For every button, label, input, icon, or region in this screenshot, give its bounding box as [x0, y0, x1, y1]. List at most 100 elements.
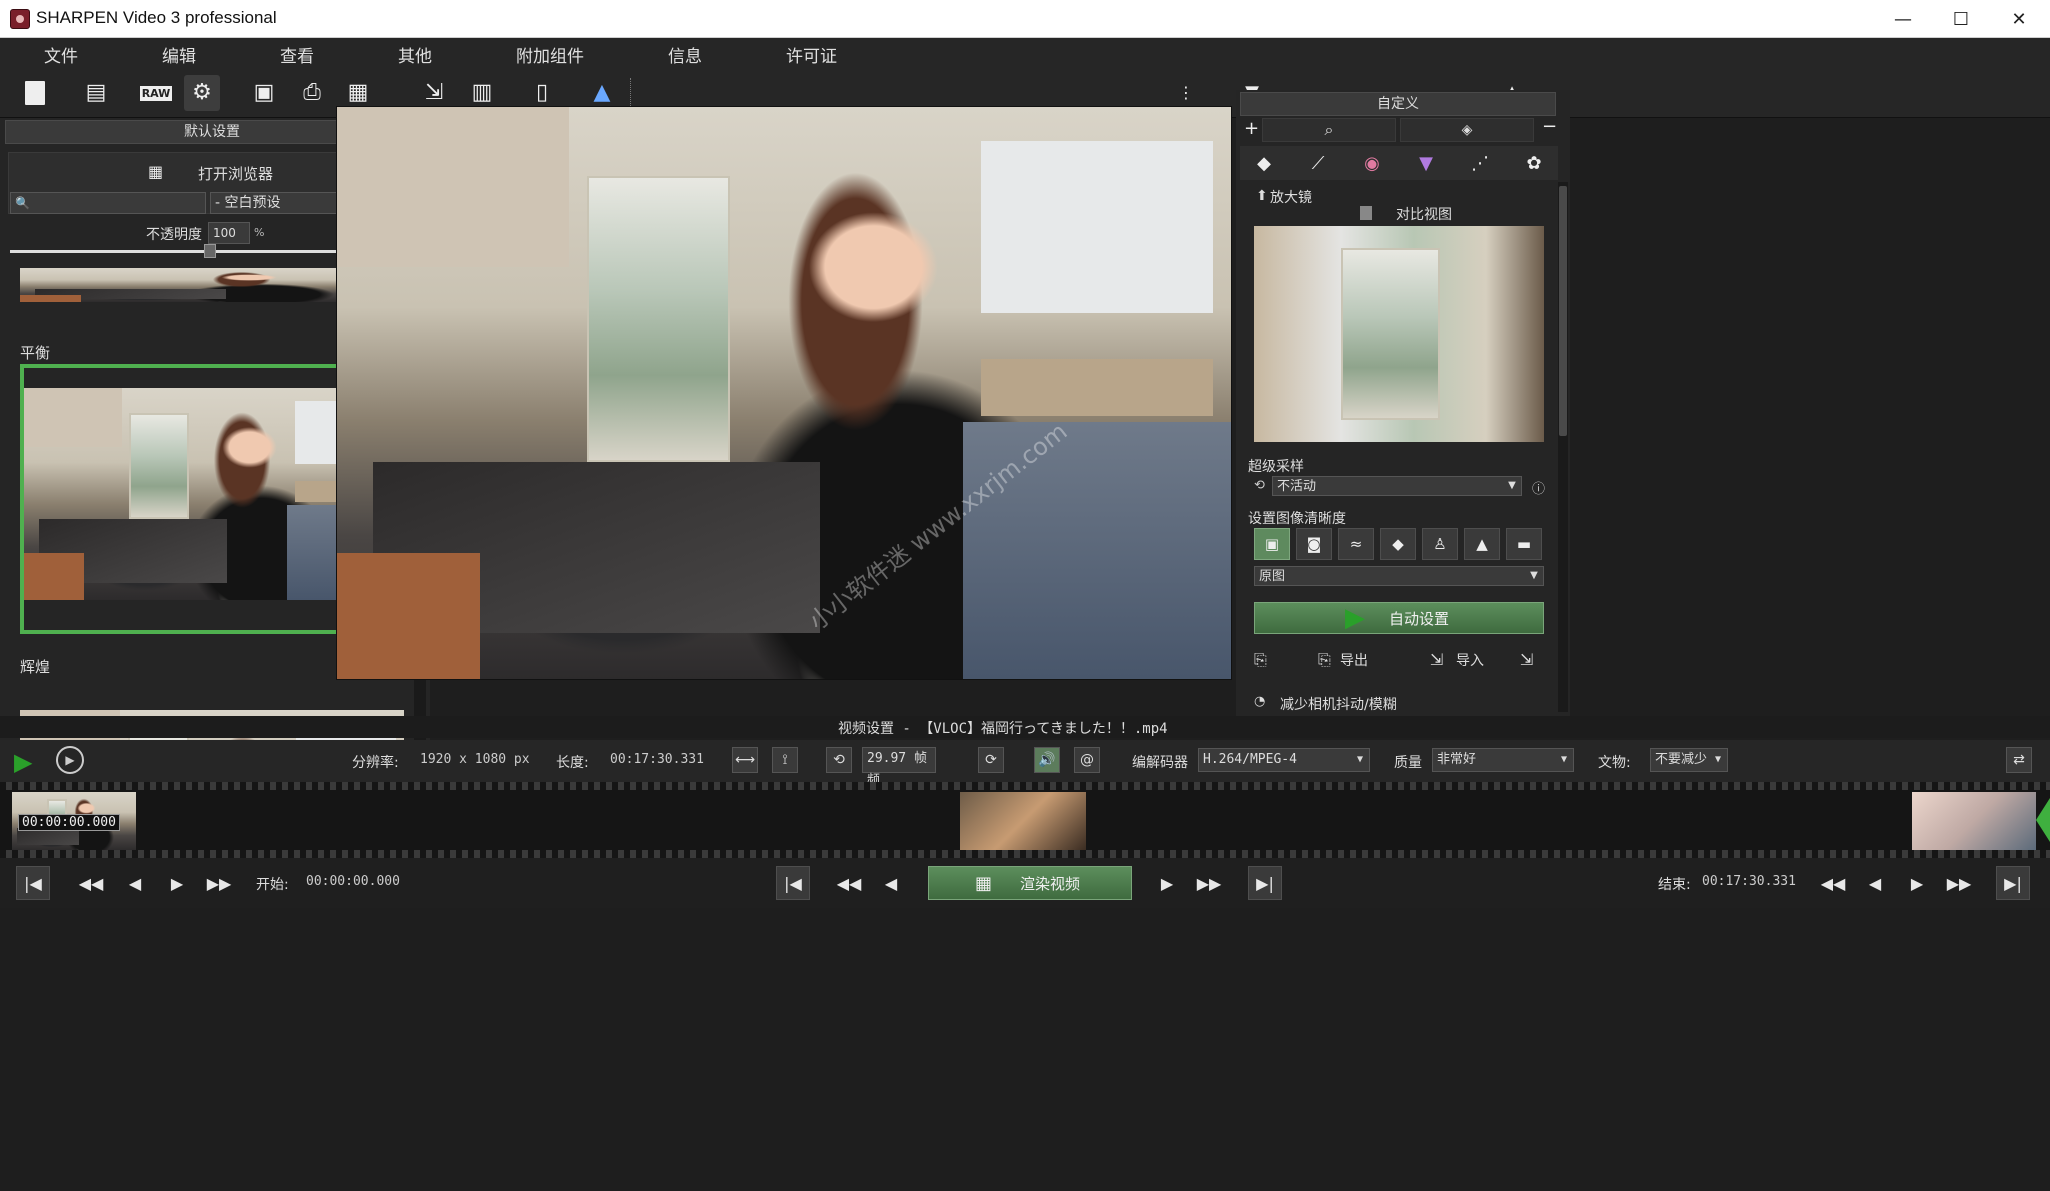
fast-forward-button[interactable]: ▶▶: [202, 866, 236, 900]
save-button[interactable]: ▣: [246, 75, 282, 111]
quality-value: 非常好: [1437, 752, 1477, 767]
end-forward-button[interactable]: ▶: [1900, 866, 1934, 900]
minimize-button[interactable]: —: [1874, 0, 1932, 38]
quality-label: 质量: [1394, 755, 1422, 771]
wave-icon: ≈: [1349, 535, 1363, 553]
fit-width-button[interactable]: ⟷: [732, 747, 758, 773]
timeline[interactable]: 00:00:00.000: [0, 782, 2050, 858]
info-icon: ▯: [535, 80, 549, 105]
mark-out-button[interactable]: ▶|: [1248, 866, 1282, 900]
end-fast-forward-button[interactable]: ▶▶: [1942, 866, 1976, 900]
clarity-mountain-button[interactable]: ▲: [1464, 528, 1500, 560]
duration-label: 长度:: [556, 755, 589, 771]
preview-play-button[interactable]: ▶: [56, 746, 84, 774]
center-back-button[interactable]: ◀: [874, 866, 908, 900]
print-button[interactable]: ⎙: [294, 75, 330, 111]
swap-view-button[interactable]: ⇄: [2006, 747, 2032, 773]
remove-preset-button[interactable]: −: [1542, 116, 1557, 137]
print-icon: ⎙: [303, 80, 321, 105]
main-preview[interactable]: 小小软件迷 www.xxrjm.com: [336, 106, 1232, 680]
clarity-portrait-button[interactable]: ▣: [1254, 528, 1290, 560]
import-button[interactable]: 导入: [1456, 650, 1484, 670]
open-file-button[interactable]: ▤: [78, 75, 114, 111]
focus-tab[interactable]: ◈: [1400, 118, 1534, 142]
clarity-wave-button[interactable]: ≈: [1338, 528, 1374, 560]
clarity-gem-button[interactable]: ◆: [1380, 528, 1416, 560]
center-forward-button[interactable]: ▶: [1150, 866, 1184, 900]
search-icon: 🔍: [15, 196, 30, 210]
magnify-tab[interactable]: ⌕: [1262, 118, 1396, 142]
menu-file[interactable]: 文件: [44, 42, 78, 67]
collapse-arrow-icon[interactable]: ⬆: [1256, 188, 1268, 204]
timeline-frame-middle[interactable]: [960, 792, 1086, 850]
go-end-button[interactable]: ▶|: [1996, 866, 2030, 900]
audio-button[interactable]: 🔊: [1034, 747, 1060, 773]
compare-toggle[interactable]: [1360, 206, 1372, 220]
tone-tab[interactable]: ▼: [1406, 147, 1446, 179]
brush-tab[interactable]: ⟋: [1298, 147, 1338, 179]
end-back-button[interactable]: ◀: [1858, 866, 1892, 900]
end-rewind-button[interactable]: ◀◀: [1816, 866, 1850, 900]
menu-license[interactable]: 许可证: [786, 42, 837, 67]
save-settings-icon[interactable]: ⎘: [1254, 650, 1267, 670]
nodes-tab[interactable]: ⋰: [1460, 147, 1500, 179]
quality-dropdown[interactable]: 非常好 ▼: [1432, 748, 1574, 772]
clarity-landscape-button[interactable]: ▬: [1506, 528, 1542, 560]
menu-addons[interactable]: 附加组件: [516, 42, 584, 67]
render-video-button[interactable]: ▦ 渲染视频: [928, 866, 1132, 900]
codec-dropdown[interactable]: H.264/MPEG-4 ▼: [1198, 748, 1370, 772]
step-forward-button[interactable]: ▶: [160, 866, 194, 900]
clarity-dropdown[interactable]: 原图 ▼: [1254, 566, 1544, 586]
info-circle-icon[interactable]: ⓘ: [1532, 478, 1545, 497]
search-input[interactable]: 🔍: [10, 192, 206, 214]
opacity-input[interactable]: 100: [208, 222, 250, 244]
load-settings-icon[interactable]: ⇲: [1520, 650, 1533, 669]
export-button[interactable]: 导出: [1340, 650, 1368, 670]
new-file-button[interactable]: [17, 75, 53, 111]
auto-settings-button[interactable]: ▶ 自动设置: [1254, 602, 1544, 634]
fps-input[interactable]: 29.97 帧频: [862, 747, 936, 788]
opacity-slider-handle[interactable]: [204, 244, 216, 258]
menu-bar: 文件 编辑 查看 其他 附加组件 信息 许可证: [0, 38, 2050, 68]
settings-button[interactable]: ⚙: [184, 75, 220, 111]
step-back-button[interactable]: ◀: [118, 866, 152, 900]
sharpen-tab[interactable]: ◆: [1244, 147, 1284, 179]
timeline-frame-end[interactable]: [1912, 792, 2036, 850]
new-file-icon: [25, 81, 45, 105]
browser-grid-icon: ▦: [148, 162, 164, 181]
artifact-dropdown[interactable]: 不要减少 ▼: [1650, 748, 1728, 772]
magnifier-preview[interactable]: [1254, 226, 1544, 442]
fast-rewind-button[interactable]: ◀◀: [74, 866, 108, 900]
right-scrollbar[interactable]: [1558, 182, 1568, 712]
maximize-button[interactable]: ☐: [1932, 0, 1990, 38]
rotate-button[interactable]: ⟳: [978, 747, 1004, 773]
color-wheel-icon: ◉: [1364, 152, 1380, 174]
open-folder-icon: ▤: [85, 80, 107, 105]
fit-height-button[interactable]: ⟟: [772, 747, 798, 773]
close-button[interactable]: ✕: [1990, 0, 2048, 38]
center-rewind-button[interactable]: ◀◀: [832, 866, 866, 900]
play-button[interactable]: ▶: [14, 748, 32, 776]
center-fast-forward-button[interactable]: ▶▶: [1192, 866, 1226, 900]
menu-view[interactable]: 查看: [280, 42, 314, 67]
reduce-shake-label[interactable]: 减少相机抖动/模糊: [1280, 694, 1397, 714]
clarity-person-button[interactable]: ♙: [1422, 528, 1458, 560]
magnifier-icon: ⌕: [1324, 120, 1334, 139]
menu-other[interactable]: 其他: [398, 42, 432, 67]
menu-edit[interactable]: 编辑: [162, 42, 196, 67]
mark-in-button[interactable]: |◀: [776, 866, 810, 900]
open-browser-label[interactable]: 打开浏览器: [198, 163, 273, 184]
right-scrollbar-thumb[interactable]: [1559, 186, 1567, 436]
clarity-camera-button[interactable]: ◙: [1296, 528, 1332, 560]
go-start-button[interactable]: |◀: [16, 866, 50, 900]
raw-button[interactable]: RAW: [138, 75, 174, 111]
color-tab[interactable]: ◉: [1352, 147, 1392, 179]
lens-tab[interactable]: ✿: [1514, 147, 1554, 179]
timeline-end-marker[interactable]: [2036, 798, 2050, 842]
metadata-button[interactable]: @: [1074, 747, 1100, 773]
start-timecode: 00:00:00.000: [306, 874, 400, 889]
add-preset-button[interactable]: +: [1244, 118, 1259, 139]
menu-info[interactable]: 信息: [668, 42, 702, 67]
supersampling-dropdown[interactable]: 不活动 ▼: [1272, 476, 1522, 496]
fps-refresh-button[interactable]: ⟲: [826, 747, 852, 773]
